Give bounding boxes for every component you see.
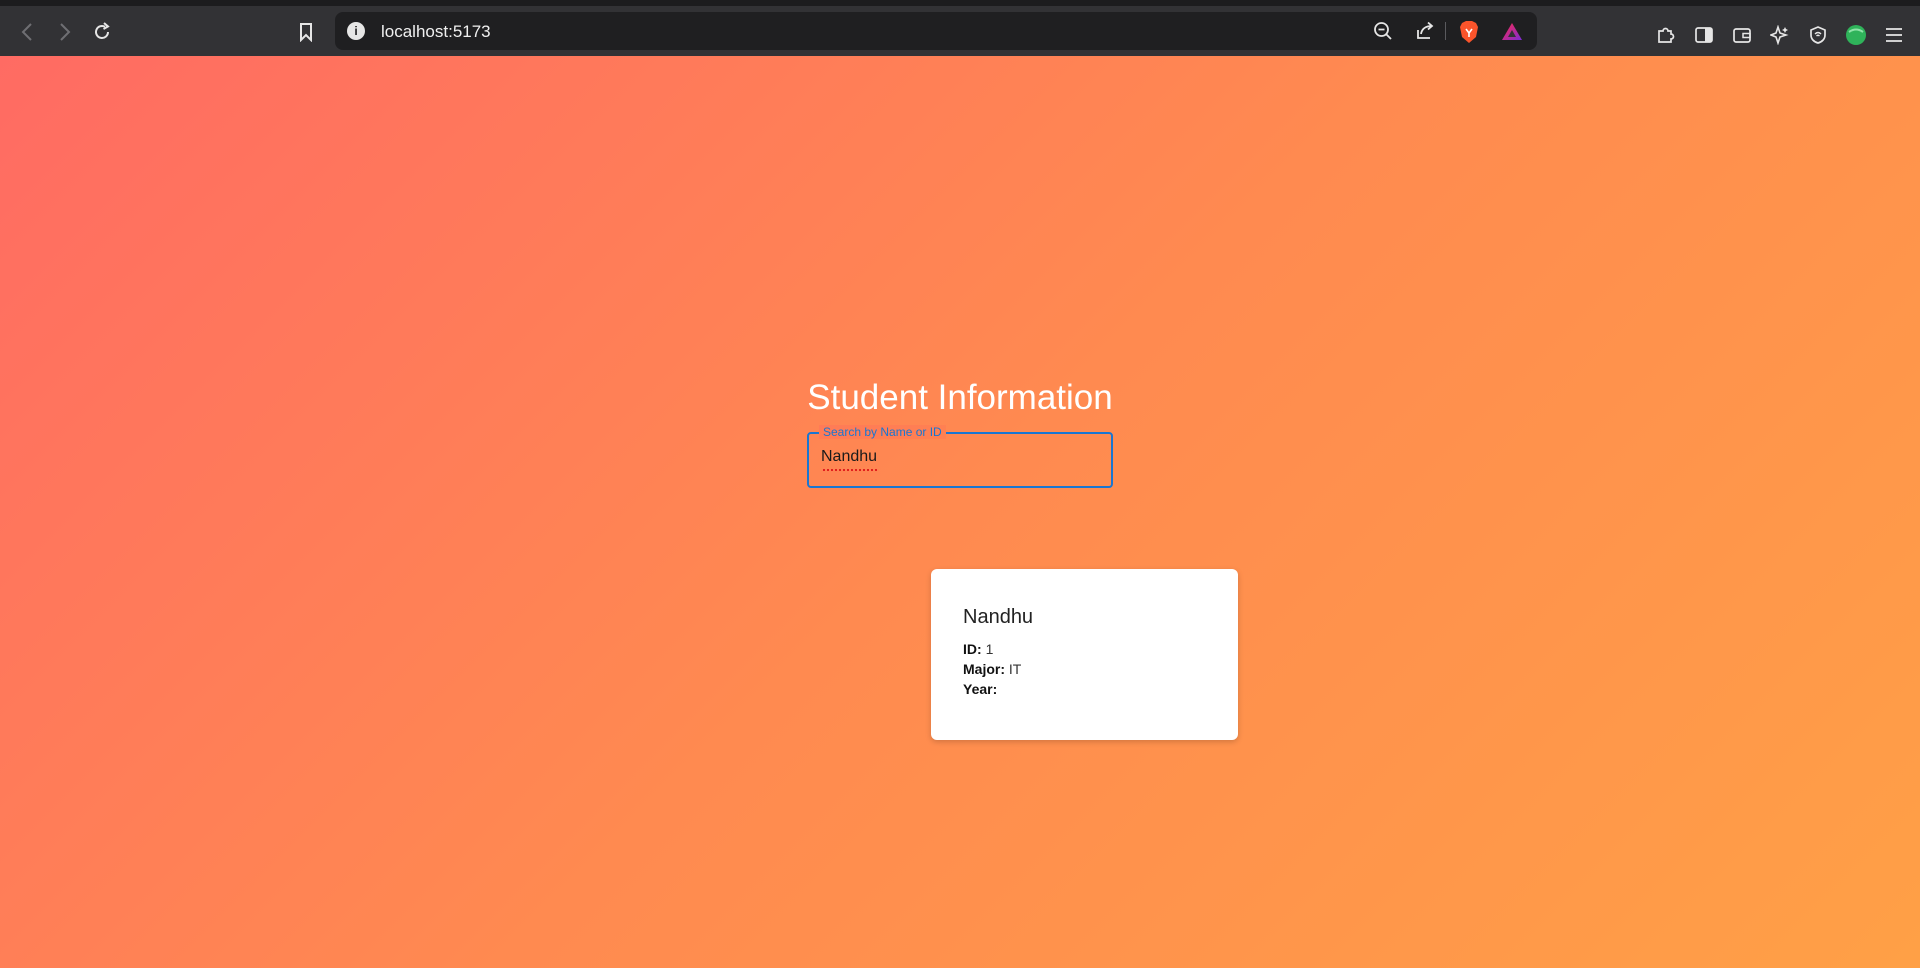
url-text[interactable]: localhost:5173 bbox=[381, 22, 491, 42]
page-title: Student Information bbox=[807, 378, 1113, 417]
student-card: Nandhu ID: 1 Major: IT Year: bbox=[931, 569, 1238, 740]
brave-lion-icon[interactable] bbox=[1458, 20, 1480, 44]
student-id-row: ID: 1 bbox=[963, 641, 993, 657]
sparkle-icon[interactable] bbox=[1768, 23, 1792, 47]
bookmark-icon[interactable] bbox=[292, 18, 320, 46]
toolbar-separator bbox=[1445, 22, 1446, 40]
brave-rewards-icon[interactable] bbox=[1501, 20, 1523, 44]
forward-icon[interactable] bbox=[51, 18, 79, 46]
share-icon[interactable] bbox=[1414, 20, 1436, 42]
reload-icon[interactable] bbox=[88, 18, 116, 46]
student-year-row: Year: bbox=[963, 681, 997, 697]
spellcheck-underline bbox=[822, 469, 879, 472]
major-value: IT bbox=[1008, 661, 1022, 677]
address-bar[interactable]: i localhost:5173 bbox=[335, 12, 1537, 50]
page-viewport: Student Information Search by Name or ID… bbox=[0, 56, 1920, 968]
student-major-row: Major: IT bbox=[963, 661, 1021, 677]
search-field[interactable]: Search by Name or ID bbox=[807, 425, 1113, 488]
puzzle-icon[interactable] bbox=[1654, 23, 1678, 47]
back-icon[interactable] bbox=[13, 18, 41, 46]
id-value: 1 bbox=[985, 641, 994, 657]
search-label: Search by Name or ID bbox=[819, 425, 946, 439]
year-label: Year: bbox=[963, 681, 998, 697]
search-input[interactable] bbox=[821, 448, 1091, 466]
info-icon[interactable]: i bbox=[347, 22, 365, 40]
menu-icon[interactable] bbox=[1882, 23, 1906, 47]
browser-toolbar: i localhost:5173 bbox=[0, 6, 1920, 56]
major-label: Major: bbox=[963, 661, 1005, 677]
wallet-icon[interactable] bbox=[1730, 23, 1754, 47]
zoom-out-icon[interactable] bbox=[1372, 20, 1394, 42]
shield-icon[interactable] bbox=[1806, 23, 1830, 47]
student-name: Nandhu bbox=[963, 606, 1034, 628]
profile-icon[interactable] bbox=[1844, 23, 1868, 47]
id-label: ID: bbox=[963, 641, 982, 657]
sidebar-icon[interactable] bbox=[1692, 23, 1716, 47]
